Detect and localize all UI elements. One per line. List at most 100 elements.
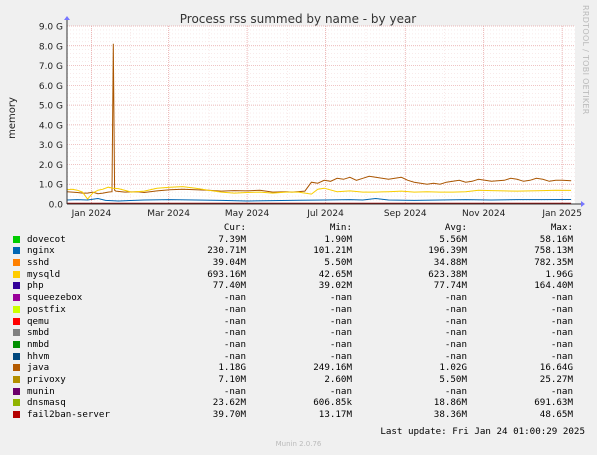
chart-area: Process rss summed by name - by year mem… bbox=[7, 5, 590, 219]
legend-avg-value: -nan bbox=[444, 385, 467, 397]
legend-max-value: 25.27M bbox=[539, 373, 573, 385]
legend-swatch bbox=[13, 352, 20, 360]
legend-min-value: -nan bbox=[329, 385, 352, 397]
legend-series-name: nmbd bbox=[27, 338, 50, 350]
x-tick-label: Nov 2024 bbox=[462, 209, 506, 219]
legend-swatch bbox=[13, 399, 20, 407]
legend-min-value: 2.60M bbox=[324, 373, 352, 385]
legend-max-value: -nan bbox=[550, 327, 573, 339]
legend-swatch bbox=[13, 364, 20, 372]
legend-max-value: 758.13M bbox=[534, 245, 573, 257]
x-tick-label: Jan 2024 bbox=[71, 209, 112, 219]
legend-max-value: -nan bbox=[550, 292, 573, 304]
x-tick-label: Mar 2024 bbox=[147, 209, 190, 219]
legend-avg-value: 623.38M bbox=[428, 268, 467, 280]
legend-row: postfix -nan -nan -nan -nan bbox=[10, 304, 590, 316]
legend-swatch bbox=[13, 411, 20, 418]
legend-max-value: 782.35M bbox=[534, 257, 573, 269]
legend-cur-value: -nan bbox=[223, 350, 246, 362]
last-update: Last update: Fri Jan 24 01:00:29 2025 bbox=[380, 426, 585, 437]
legend-min-value: 39.02M bbox=[318, 280, 352, 292]
y-tick-label: 2.0 G bbox=[39, 161, 63, 171]
legend-cur-value: -nan bbox=[223, 303, 246, 315]
legend-swatch bbox=[13, 340, 20, 348]
legend-avg-value: -nan bbox=[444, 327, 467, 339]
legend-swatch bbox=[13, 305, 20, 313]
legend-cur-value: 39.04M bbox=[212, 257, 246, 269]
legend-min-value: 101.21M bbox=[313, 245, 352, 257]
y-tick-label: 6.0 G bbox=[39, 82, 63, 92]
legend-cur-value: 693.16M bbox=[207, 268, 246, 280]
legend-swatch bbox=[13, 282, 20, 290]
legend-swatch bbox=[13, 247, 20, 255]
legend-avg-value: 77.74M bbox=[433, 280, 467, 292]
legend-row: nginx 230.71M 101.21M 196.39M 758.13M bbox=[10, 245, 590, 257]
legend-avg-value: -nan bbox=[444, 338, 467, 350]
y-tick-label: 8.0 G bbox=[39, 42, 63, 52]
legend-min-value: 5.50M bbox=[324, 257, 352, 269]
legend-series-name: java bbox=[27, 362, 50, 374]
legend-row: squeezebox -nan -nan -nan -nan bbox=[10, 292, 590, 304]
legend-row: dnsmasq 23.62M 606.85k 18.86M 691.63M bbox=[10, 397, 590, 409]
legend-series-name: php bbox=[27, 280, 44, 292]
legend-min-value: -nan bbox=[329, 338, 352, 350]
chart-title: Process rss summed by name - by year bbox=[180, 12, 417, 26]
legend-series-name: fail2ban-server bbox=[27, 409, 110, 420]
legend-max-value: -nan bbox=[550, 315, 573, 327]
legend-swatch bbox=[13, 375, 20, 383]
legend-min-value: 1.90M bbox=[324, 233, 352, 245]
legend-avg-value: 1.02G bbox=[439, 362, 467, 374]
legend-cur-value: 7.10M bbox=[218, 373, 246, 385]
legend-min-value: 42.65M bbox=[318, 268, 352, 280]
legend-min-value: -nan bbox=[329, 292, 352, 304]
legend-avg-value: -nan bbox=[444, 350, 467, 362]
legend-cur-value: 77.40M bbox=[212, 280, 246, 292]
legend-max-value: -nan bbox=[550, 338, 573, 350]
legend-cur-value: 39.70M bbox=[212, 409, 246, 420]
legend-series-name: qemu bbox=[27, 315, 50, 327]
legend-cur-value: 230.71M bbox=[207, 245, 246, 257]
legend-max-value: 16.64G bbox=[539, 362, 573, 374]
legend-cur-value: 7.39M bbox=[218, 233, 246, 245]
x-tick-label: May 2024 bbox=[225, 209, 270, 219]
header-cur: Cur: bbox=[223, 222, 246, 233]
legend-max-value: -nan bbox=[550, 385, 573, 397]
legend-avg-value: 18.86M bbox=[433, 397, 467, 409]
legend-cur-value: -nan bbox=[223, 292, 246, 304]
legend-series-name: hhvm bbox=[27, 350, 50, 362]
legend-avg-value: 5.50M bbox=[439, 373, 467, 385]
legend-row: fail2ban-server 39.70M 13.17M 38.36M 48.65M bbox=[10, 409, 590, 421]
legend-row: smbd -nan -nan -nan -nan bbox=[10, 327, 590, 339]
legend-max-value: 164.40M bbox=[534, 280, 573, 292]
x-tick-label: Sep 2024 bbox=[384, 209, 427, 219]
legend-swatch bbox=[13, 387, 20, 395]
y-tick-label: 5.0 G bbox=[39, 102, 63, 112]
legend-min-value: -nan bbox=[329, 303, 352, 315]
legend-swatch bbox=[13, 329, 20, 337]
header-max: Max: bbox=[550, 222, 573, 233]
legend-max-value: 58.16M bbox=[539, 233, 573, 245]
plot-background bbox=[67, 26, 575, 204]
legend-swatch bbox=[13, 259, 20, 267]
legend-avg-value: -nan bbox=[444, 303, 467, 315]
legend-avg-value: -nan bbox=[444, 292, 467, 304]
y-axis-arrow bbox=[64, 16, 70, 20]
legend-avg-value: 34.88M bbox=[433, 257, 467, 269]
legend-cur-value: 23.62M bbox=[212, 397, 246, 409]
legend-row: hhvm -nan -nan -nan -nan bbox=[10, 351, 590, 363]
legend-max-value: 48.65M bbox=[539, 409, 573, 420]
legend-cur-value: -nan bbox=[223, 338, 246, 350]
legend-avg-value: 5.56M bbox=[439, 233, 467, 245]
legend-row: nmbd -nan -nan -nan -nan bbox=[10, 339, 590, 351]
legend-series-name: privoxy bbox=[27, 373, 66, 385]
y-tick-label: 9.0 G bbox=[39, 23, 63, 33]
legend-cur-value: -nan bbox=[223, 315, 246, 327]
legend-series-name: dnsmasq bbox=[27, 397, 66, 409]
y-tick-label: 3.0 G bbox=[39, 141, 63, 151]
legend-min-value: 249.16M bbox=[313, 362, 352, 374]
legend-min-value: -nan bbox=[329, 327, 352, 339]
legend-max-value: -nan bbox=[550, 350, 573, 362]
legend-table: Cur: Min: Avg: Max: dovecot 7.39M 1.90M 5.5… bbox=[10, 222, 590, 421]
legend-min-value: 606.85k bbox=[313, 397, 352, 409]
legend-row: java 1.18G 249.16M 1.02G 16.64G bbox=[10, 362, 590, 374]
